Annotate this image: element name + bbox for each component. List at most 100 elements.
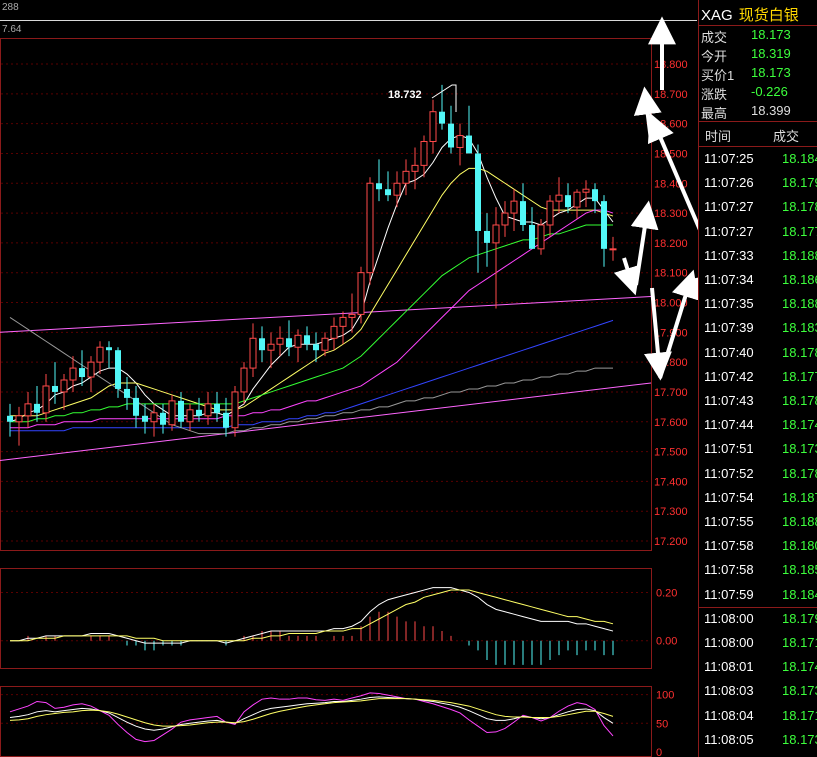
candle-body-up[interactable] xyxy=(456,135,464,148)
tick-row[interactable]: 11:07:27 18.178 xyxy=(704,199,817,223)
tick-time: 11:07:33 xyxy=(704,247,754,263)
tick-row[interactable]: 11:07:27 18.177 xyxy=(704,224,817,248)
candle-body-up[interactable] xyxy=(96,346,104,363)
candle-body-down[interactable] xyxy=(52,385,58,392)
tick-row[interactable]: 11:07:51 18.173 xyxy=(704,441,817,465)
candle-body-up[interactable] xyxy=(186,409,194,423)
tick-row[interactable]: 11:07:34 18.186 xyxy=(704,272,817,296)
tick-row[interactable]: 11:07:58 18.185 xyxy=(704,562,817,586)
candle-body-down[interactable] xyxy=(115,350,121,389)
tick-row[interactable]: 11:07:43 18.178 xyxy=(704,393,817,417)
candle-body-down[interactable] xyxy=(7,415,13,422)
candle-body-up[interactable] xyxy=(87,361,95,378)
candle-body-up[interactable] xyxy=(420,141,428,166)
candle-body-up[interactable] xyxy=(510,200,518,214)
candle-body-up[interactable] xyxy=(330,325,338,339)
candle-body-down[interactable] xyxy=(313,344,319,351)
candle-body-up[interactable] xyxy=(492,224,500,244)
tick-row[interactable]: 11:07:55 18.188 xyxy=(704,514,817,538)
candle-body-down[interactable] xyxy=(142,415,148,422)
candle-body-up[interactable] xyxy=(42,385,50,414)
candle-body-up[interactable] xyxy=(15,415,23,423)
candle-body-up[interactable] xyxy=(276,337,284,345)
candle-body-up[interactable] xyxy=(582,188,590,193)
tick-price: 18.178 xyxy=(782,393,817,408)
tick-price: 18.177 xyxy=(782,223,817,239)
candle-body-down[interactable] xyxy=(475,153,481,231)
candle-body-down[interactable] xyxy=(160,412,166,425)
tick-row[interactable]: 11:07:54 18.187 xyxy=(704,490,817,514)
candle-body-up[interactable] xyxy=(294,334,302,348)
candle-body-up[interactable] xyxy=(267,343,275,351)
candle-body-down[interactable] xyxy=(124,388,130,398)
candle-body-down[interactable] xyxy=(286,338,292,348)
candle-body-up[interactable] xyxy=(429,111,437,143)
tick-row[interactable]: 11:08:00 18.171 xyxy=(704,635,817,659)
tick-row[interactable]: 11:07:33 18.188 xyxy=(704,248,817,272)
candle-body-down[interactable] xyxy=(34,403,40,413)
candle-body-up[interactable] xyxy=(366,182,374,274)
candle-body-up[interactable] xyxy=(411,164,419,172)
candle-body-up[interactable] xyxy=(24,403,32,417)
tick-time: 11:08:00 xyxy=(704,610,754,626)
candle-body-up[interactable] xyxy=(402,170,410,184)
candle-body-down[interactable] xyxy=(439,111,445,124)
candle-body-down[interactable] xyxy=(376,183,382,190)
top-label-b: 7.64 xyxy=(2,24,22,35)
candle-body-up[interactable] xyxy=(501,212,509,226)
tick-row[interactable]: 11:08:00 18.179 xyxy=(704,611,817,635)
candle-body-down[interactable] xyxy=(448,123,454,148)
candle-body-up[interactable] xyxy=(240,367,248,393)
candle-body-down[interactable] xyxy=(178,400,184,422)
candle-body-down[interactable] xyxy=(223,412,229,428)
candle-body-down[interactable] xyxy=(214,403,220,413)
tick-row[interactable]: 11:07:40 18.178 xyxy=(704,345,817,369)
candle-body-up[interactable] xyxy=(546,200,554,226)
candle-body-up[interactable] xyxy=(60,379,68,393)
tick-row[interactable]: 11:08:05 18.173 xyxy=(704,732,817,756)
candle-body-down[interactable] xyxy=(520,201,526,225)
candle-body-up[interactable] xyxy=(249,337,257,369)
candle-body-down[interactable] xyxy=(304,335,310,345)
candle-body-up[interactable] xyxy=(357,272,365,315)
tick-row[interactable]: 11:07:52 18.178 xyxy=(704,466,817,490)
tick-row[interactable]: 11:07:25 18.184 xyxy=(704,151,817,175)
candle-body-down[interactable] xyxy=(601,201,607,249)
candle-body-up[interactable] xyxy=(537,224,545,250)
candle-body-down[interactable] xyxy=(529,224,535,249)
tick-row[interactable]: 11:07:39 18.183 xyxy=(704,320,817,344)
candle-body-down[interactable] xyxy=(592,189,598,202)
candle-body-down[interactable] xyxy=(106,347,112,351)
candle-body-up[interactable] xyxy=(168,400,176,426)
chart-area[interactable]: 0.200.00 100500 18.80018.70018.60018.500… xyxy=(0,0,698,757)
kdj-panel: 100 50 0 xyxy=(1,690,674,757)
tick-row[interactable]: 11:07:58 18.180 xyxy=(704,538,817,562)
tick-row[interactable]: 11:07:35 18.188 xyxy=(704,296,817,320)
candle-body-up[interactable] xyxy=(609,248,617,251)
candle-body-down[interactable] xyxy=(484,230,490,243)
tick-row[interactable]: 11:08:04 18.171 xyxy=(704,708,817,732)
candle-body-up[interactable] xyxy=(555,194,563,202)
candle-body-up[interactable] xyxy=(348,313,356,318)
price-tick-label: 17.300 xyxy=(654,506,688,518)
tick-row[interactable]: 11:07:26 18.179 xyxy=(704,175,817,199)
tick-row[interactable]: 11:08:03 18.173 xyxy=(704,683,817,707)
candle-body-up[interactable] xyxy=(150,412,158,423)
candle-body-down[interactable] xyxy=(133,397,139,416)
candle-body-down[interactable] xyxy=(385,189,391,196)
candle-body-up[interactable] xyxy=(204,403,212,417)
tick-row[interactable]: 11:07:44 18.174 xyxy=(704,417,817,441)
candle-body-up[interactable] xyxy=(573,191,581,208)
tick-row[interactable]: 11:07:42 18.177 xyxy=(704,369,817,393)
candle-body-up[interactable] xyxy=(339,316,347,327)
candle-body-down[interactable] xyxy=(196,409,202,416)
candle-body-down[interactable] xyxy=(259,338,265,351)
candle-body-up[interactable] xyxy=(393,182,401,196)
candle-body-up[interactable] xyxy=(321,337,329,351)
candle-body-down[interactable] xyxy=(466,135,472,154)
candle-body-up[interactable] xyxy=(231,391,239,429)
candle-body-down[interactable] xyxy=(565,195,571,208)
candle-body-down[interactable] xyxy=(79,368,85,378)
candle-body-up[interactable] xyxy=(69,367,77,381)
tick-row[interactable]: 11:08:01 18.174 xyxy=(704,659,817,683)
